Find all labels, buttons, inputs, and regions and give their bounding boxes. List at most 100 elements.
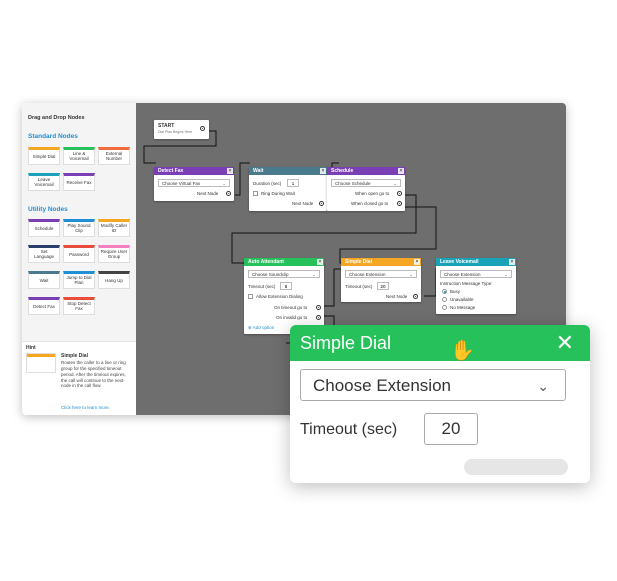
wait-title: Wait	[253, 168, 264, 174]
chevron-down-icon: ⌄	[504, 272, 508, 277]
close-icon[interactable]: ×	[509, 259, 515, 265]
chevron-down-icon: ⌄	[222, 181, 226, 186]
detect-fax-title: Detect Fax	[158, 168, 184, 174]
start-output-port[interactable]	[200, 126, 205, 131]
wait-header: Wait ×	[249, 167, 327, 175]
duration-input[interactable]: 1	[287, 179, 299, 187]
start-node[interactable]: START Dial Plan Begins Here	[154, 120, 209, 139]
next-node-port[interactable]	[319, 201, 324, 206]
extension-select[interactable]: Choose Extension ⌄	[440, 270, 512, 278]
on-timeout-label: On timeout go to	[274, 305, 308, 310]
next-node-port[interactable]	[413, 294, 418, 299]
node-set-language[interactable]: Set Language	[28, 245, 60, 263]
node-stop-detect-fax[interactable]: Stop Detect Fax	[63, 297, 95, 315]
detect-fax-header: Detect Fax ×	[154, 167, 234, 175]
node-password[interactable]: Password	[63, 245, 95, 263]
hint-label: Hint	[26, 345, 36, 351]
start-subtitle: Dial Plan Begins Here	[158, 130, 193, 134]
hint-title: Simple Dial	[61, 353, 88, 359]
virtual-fax-select[interactable]: Choose Virtual Fax ⌄	[158, 179, 230, 187]
busy-label: Busy	[450, 289, 461, 294]
node-jump-to-dial-plan[interactable]: Jump to Dial Plan	[63, 271, 95, 289]
next-node-port[interactable]	[226, 191, 231, 196]
schedule-node[interactable]: Schedule × Choose Schedule ⌄ When open go …	[327, 167, 405, 211]
schedule-select[interactable]: Choose Schedule ⌄	[331, 179, 401, 187]
wait-node[interactable]: Wait × Duration (sec) 1 Ring During Wait …	[249, 167, 327, 211]
hint-panel: Hint Simple Dial Routes the caller to a …	[22, 341, 136, 415]
node-sidebar: Drag and Drop Nodes Standard Nodes Simpl…	[22, 103, 136, 415]
node-schedule[interactable]: Schedule	[28, 219, 60, 237]
simple-dial-title: Simple Dial	[345, 259, 372, 265]
close-icon[interactable]: ×	[227, 168, 233, 174]
hint-thumbnail	[26, 353, 56, 373]
when-closed-port[interactable]	[397, 201, 402, 206]
popup-placeholder-bar	[464, 459, 568, 475]
timeout-label: Timeout (sec)	[248, 284, 276, 289]
next-node-label: Next Node	[292, 201, 314, 206]
add-option-button[interactable]: ⊕ Add option	[248, 325, 274, 331]
no-message-radio[interactable]	[442, 305, 447, 310]
node-external-number[interactable]: External Number	[98, 147, 130, 165]
on-timeout-port[interactable]	[316, 305, 321, 310]
popup-header[interactable]: Simple Dial ✋ ✕	[290, 325, 590, 362]
on-invalid-port[interactable]	[316, 315, 321, 320]
node-hang-up[interactable]: Hang Up	[98, 271, 130, 289]
extension-select[interactable]: Choose Extension ⌄	[345, 270, 417, 278]
simple-dial-header: Simple Dial ×	[341, 258, 421, 266]
close-icon[interactable]: ×	[317, 259, 323, 265]
auto-attendant-title: Auto Attendant	[248, 259, 284, 265]
node-simple-dial[interactable]: Simple Dial	[28, 147, 60, 165]
leave-voicemail-node[interactable]: Leave Voicemail × Choose Extension ⌄ Instr…	[436, 258, 516, 314]
node-receive-fax[interactable]: Receive Fax	[63, 173, 95, 191]
node-leave-voicemail[interactable]: Leave Voicemail	[28, 173, 60, 191]
detect-fax-node[interactable]: Detect Fax × Choose Virtual Fax ⌄ Next Nod…	[154, 167, 234, 201]
node-modify-caller-id[interactable]: Modify Caller ID	[98, 219, 130, 237]
schedule-header: Schedule ×	[327, 167, 405, 175]
hint-body: Routes the caller to a line or ring grou…	[61, 360, 126, 389]
chevron-down-icon: ⌄	[312, 272, 316, 277]
node-require-user-group[interactable]: Require User Group	[98, 245, 130, 263]
node-detect-fax[interactable]: Detect Fax	[28, 297, 60, 315]
simple-dial-node[interactable]: Simple Dial × Choose Extension ⌄ Timeout (…	[341, 258, 421, 302]
schedule-title: Schedule	[331, 168, 354, 174]
close-icon[interactable]: ×	[414, 259, 420, 265]
close-icon[interactable]: ×	[320, 168, 326, 174]
ring-during-wait-label: Ring During Wait	[261, 191, 295, 196]
node-line-voicemail[interactable]: Line & Voicemail	[63, 147, 95, 165]
chevron-down-icon: ⌄	[537, 378, 549, 394]
unavailable-radio[interactable]	[442, 297, 447, 302]
when-open-port[interactable]	[397, 191, 402, 196]
node-wait[interactable]: Wait	[28, 271, 60, 289]
simple-dial-popup[interactable]: Simple Dial ✋ ✕ Choose Extension ⌄ Timeo…	[290, 325, 590, 483]
chevron-down-icon: ⌄	[409, 272, 413, 277]
allow-extension-dialing-label: Allow Extension Dialing	[256, 294, 303, 299]
leave-voicemail-title: Leave Voicemail	[440, 259, 479, 265]
unavailable-label: Unavailable	[450, 297, 474, 302]
auto-attendant-header: Auto Attendant ×	[244, 258, 324, 266]
close-icon[interactable]: ×	[398, 168, 404, 174]
when-open-label: When open go to	[355, 191, 390, 196]
next-node-label: Next Node	[386, 294, 408, 299]
node-play-sound-clip[interactable]: Play Sound Clip	[63, 219, 95, 237]
auto-attendant-node[interactable]: Auto Attendant × Choose Soundclip ⌄ Timeou…	[244, 258, 324, 334]
popup-title: Simple Dial	[300, 333, 392, 353]
close-icon[interactable]: ✕	[556, 325, 574, 361]
leave-voicemail-header: Leave Voicemail ×	[436, 258, 516, 266]
when-closed-label: When closed go to	[351, 201, 389, 206]
soundclip-select[interactable]: Choose Soundclip ⌄	[248, 270, 320, 278]
on-invalid-label: On invalid go to	[276, 315, 308, 320]
utility-nodes-heading: Utility Nodes	[28, 206, 68, 213]
allow-extension-dialing-checkbox[interactable]	[248, 294, 253, 299]
standard-nodes-heading: Standard Nodes	[28, 133, 78, 140]
timeout-input[interactable]: 8	[280, 282, 292, 290]
busy-radio[interactable]	[442, 289, 447, 294]
learn-more-link[interactable]: Click here to learn more.	[61, 405, 110, 410]
extension-select[interactable]: Choose Extension ⌄	[300, 369, 566, 401]
chevron-down-icon: ⌄	[393, 181, 397, 186]
no-message-label: No Message	[450, 305, 476, 310]
timeout-input[interactable]: 20	[377, 282, 389, 290]
next-node-label: Next Node	[197, 191, 219, 196]
ring-during-wait-checkbox[interactable]	[253, 191, 258, 196]
timeout-input[interactable]: 20	[424, 413, 478, 445]
grab-hand-icon: ✋	[450, 340, 475, 362]
